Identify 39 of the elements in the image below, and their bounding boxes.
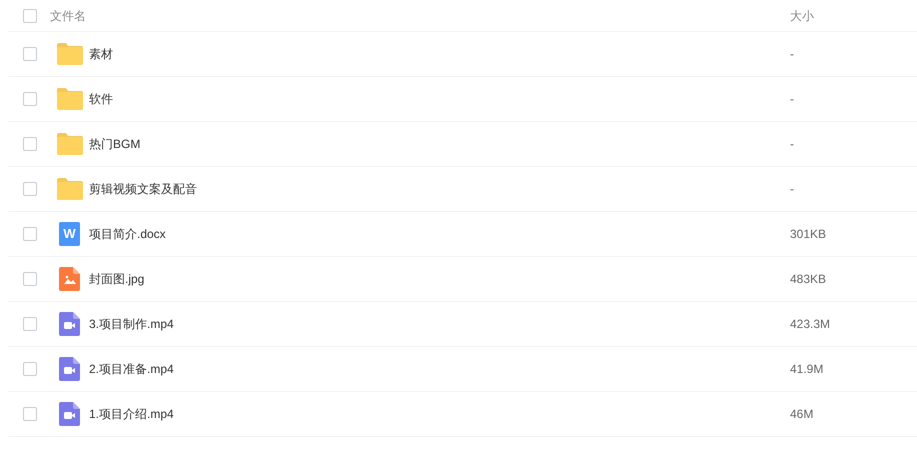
image-file-icon bbox=[59, 267, 80, 291]
file-name[interactable]: 软件 bbox=[89, 90, 790, 108]
file-size: 41.9M bbox=[790, 361, 824, 378]
video-file-icon bbox=[59, 357, 80, 381]
file-name[interactable]: 素材 bbox=[89, 45, 790, 63]
file-size: - bbox=[790, 181, 794, 198]
file-size: 46M bbox=[790, 406, 814, 423]
column-header: 文件名 bbox=[50, 8, 87, 24]
file-size: - bbox=[790, 91, 794, 108]
checkbox[interactable] bbox=[23, 47, 37, 61]
checkbox[interactable] bbox=[23, 8, 37, 22]
file-size: 301KB bbox=[790, 226, 826, 243]
file-name[interactable]: 热门BGM bbox=[89, 135, 790, 153]
file-size: 423.3M bbox=[790, 316, 830, 333]
video-file-icon bbox=[59, 402, 80, 426]
file-name[interactable]: 2.项目准备.mp4 bbox=[89, 360, 790, 378]
file-name[interactable]: 项目简介.docx bbox=[89, 225, 790, 243]
file-size: - bbox=[790, 46, 794, 63]
folder-icon bbox=[56, 88, 82, 110]
file-size: - bbox=[790, 136, 794, 153]
file-name[interactable]: 剪辑视频文案及配音 bbox=[89, 180, 790, 198]
checkbox[interactable] bbox=[23, 317, 37, 331]
file-name[interactable]: 1.项目介绍.mp4 bbox=[89, 405, 790, 423]
checkbox[interactable] bbox=[23, 137, 37, 151]
folder-icon bbox=[56, 133, 82, 155]
file-name[interactable]: 封面图.jpg bbox=[89, 270, 790, 288]
folder-icon bbox=[56, 43, 82, 65]
checkbox[interactable] bbox=[23, 272, 37, 286]
checkbox[interactable] bbox=[23, 362, 37, 376]
video-file-icon bbox=[59, 312, 80, 336]
word-document-icon: W bbox=[59, 222, 80, 246]
checkbox[interactable] bbox=[23, 182, 37, 196]
checkbox[interactable] bbox=[23, 407, 37, 421]
file-name[interactable]: 3.项目制作.mp4 bbox=[89, 315, 790, 333]
checkbox[interactable] bbox=[23, 92, 37, 106]
folder-icon bbox=[56, 178, 82, 200]
file-size: 483KB bbox=[790, 271, 826, 288]
column-header: 大小 bbox=[790, 8, 814, 24]
checkbox[interactable] bbox=[23, 227, 37, 241]
